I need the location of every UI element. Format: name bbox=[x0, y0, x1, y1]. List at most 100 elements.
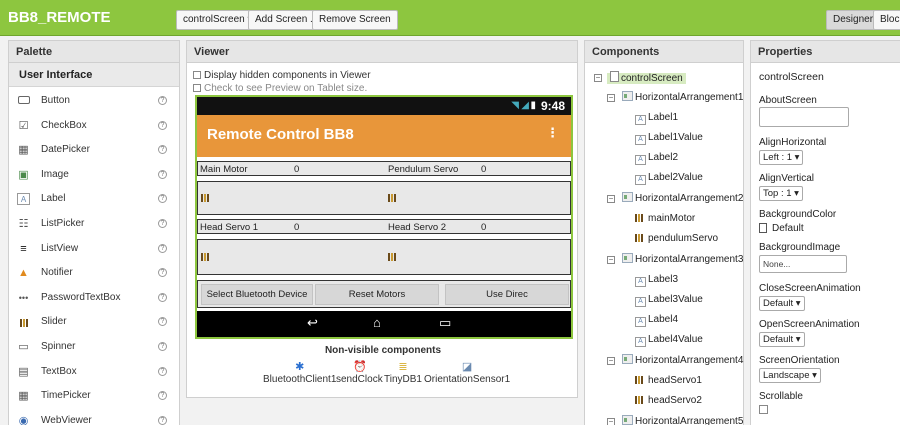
openanimation-select[interactable]: Default ▾ bbox=[759, 332, 805, 347]
help-icon[interactable]: ? bbox=[158, 243, 167, 253]
blocks-button[interactable]: Blocks bbox=[873, 10, 900, 30]
nonvisible-sendclock[interactable]: ⏰ sendClock bbox=[336, 361, 383, 385]
help-icon[interactable]: ? bbox=[158, 341, 167, 351]
label3-value[interactable]: 0 bbox=[294, 222, 299, 233]
aboutscreen-input[interactable] bbox=[759, 107, 849, 127]
horizontal-arrangement-3[interactable]: Head Servo 1 0 Head Servo 2 0 bbox=[197, 219, 571, 234]
nonvisible-bluetoothclient[interactable]: ✱ BluetoothClient1 bbox=[263, 361, 336, 385]
palette-item-listpicker[interactable]: ☷ ListPicker ? bbox=[9, 212, 179, 237]
remove-screen-button[interactable]: Remove Screen bbox=[312, 10, 398, 30]
horizontal-arrangement-1[interactable]: Main Motor 0 Pendulum Servo 0 bbox=[197, 161, 571, 176]
designer-button[interactable]: Designer bbox=[826, 10, 881, 30]
prop-scrollable-label: Scrollable bbox=[759, 391, 803, 402]
palette-item-textbox[interactable]: ▤ TextBox ? bbox=[9, 360, 179, 385]
help-icon[interactable]: ? bbox=[158, 145, 167, 155]
tree-item-ha2[interactable]: HorizontalArrangement2 bbox=[622, 192, 743, 206]
label4-value[interactable]: 0 bbox=[481, 222, 486, 233]
collapse-icon[interactable]: − bbox=[607, 357, 615, 365]
palette-item-image[interactable]: ▣ Image ? bbox=[9, 163, 179, 188]
tree-item-label4[interactable]: A Label4 bbox=[635, 313, 678, 327]
label3[interactable]: Head Servo 1 bbox=[200, 222, 258, 233]
help-icon[interactable]: ? bbox=[158, 169, 167, 179]
tablet-preview-toggle[interactable]: Check to see Preview on Tablet size. bbox=[193, 83, 367, 94]
help-icon[interactable]: ? bbox=[158, 317, 167, 327]
help-icon[interactable]: ? bbox=[158, 218, 167, 228]
label1[interactable]: Main Motor bbox=[200, 164, 248, 175]
use-direc-button[interactable]: Use Direc bbox=[445, 284, 569, 305]
help-icon[interactable]: ? bbox=[158, 120, 167, 130]
collapse-icon[interactable]: − bbox=[607, 418, 615, 425]
help-icon[interactable]: ? bbox=[158, 292, 167, 302]
palette-item-button[interactable]: Button ? bbox=[9, 89, 179, 114]
palette-item-checkbox[interactable]: ☑ CheckBox ? bbox=[9, 114, 179, 139]
alignhorizontal-select[interactable]: Left : 1 ▾ bbox=[759, 150, 804, 165]
tree-item-label1value[interactable]: A Label1Value bbox=[635, 131, 703, 145]
help-icon[interactable]: ? bbox=[158, 415, 167, 425]
tree-item-label2value[interactable]: A Label2Value bbox=[635, 171, 703, 185]
tree-item-headservo2[interactable]: headServo2 bbox=[635, 394, 702, 408]
backgroundcolor-picker[interactable]: Default bbox=[759, 223, 804, 234]
help-icon[interactable]: ? bbox=[158, 391, 167, 401]
nonvisible-orientationsensor[interactable]: ◪ OrientationSensor1 bbox=[424, 361, 510, 385]
checkbox-icon[interactable] bbox=[193, 71, 201, 79]
help-icon[interactable]: ? bbox=[158, 194, 167, 204]
display-hidden-toggle[interactable]: Display hidden components in Viewer bbox=[193, 70, 371, 81]
collapse-icon[interactable]: − bbox=[607, 256, 615, 264]
tree-item-label4value[interactable]: A Label4Value bbox=[635, 333, 703, 347]
help-icon[interactable]: ? bbox=[158, 268, 167, 278]
palette-item-listview[interactable]: ≡ ListView ? bbox=[9, 237, 179, 262]
tree-item-label3value[interactable]: A Label3Value bbox=[635, 293, 703, 307]
tree-item-label2[interactable]: A Label2 bbox=[635, 151, 678, 165]
label1-value[interactable]: 0 bbox=[294, 164, 299, 175]
palette-item-webviewer[interactable]: ◉ WebViewer ? bbox=[9, 409, 179, 425]
tree-item-ha5[interactable]: HorizontalArrangement5 bbox=[622, 415, 743, 425]
tree-item-ha3[interactable]: HorizontalArrangement3 bbox=[622, 253, 743, 267]
help-icon[interactable]: ? bbox=[158, 96, 167, 105]
slider-icon[interactable] bbox=[201, 193, 211, 202]
palette-item-label[interactable]: A Label ? bbox=[9, 187, 179, 212]
palette-item-passwordtextbox[interactable]: ••• PasswordTextBox ? bbox=[9, 286, 179, 311]
reset-motors-button[interactable]: Reset Motors bbox=[315, 284, 439, 305]
overflow-menu-icon[interactable]: ⋮ bbox=[546, 125, 559, 141]
alignvertical-select[interactable]: Top : 1 ▾ bbox=[759, 186, 803, 201]
collapse-icon[interactable]: − bbox=[607, 195, 615, 203]
nonvisible-tinydb[interactable]: ≣ TinyDB1 bbox=[384, 361, 422, 385]
palette-section-user-interface[interactable]: User Interface bbox=[9, 63, 179, 87]
palette-item-notifier[interactable]: ▲ Notifier ? bbox=[9, 261, 179, 286]
horizontal-arrangement-4[interactable] bbox=[197, 239, 571, 275]
prop-alignvertical-label: AlignVertical bbox=[759, 173, 815, 184]
label4[interactable]: Head Servo 2 bbox=[388, 222, 446, 233]
closeanimation-select[interactable]: Default ▾ bbox=[759, 296, 805, 311]
palette-item-spinner[interactable]: ▭ Spinner ? bbox=[9, 335, 179, 360]
collapse-icon[interactable]: − bbox=[594, 74, 602, 82]
orientation-select[interactable]: Landscape ▾ bbox=[759, 368, 821, 383]
tree-item-ha1[interactable]: HorizontalArrangement1 bbox=[622, 91, 743, 105]
tree-item-headservo1[interactable]: headServo1 bbox=[635, 374, 702, 388]
backgroundimage-input[interactable]: None... bbox=[759, 255, 847, 273]
slider-icon bbox=[19, 318, 29, 328]
checkbox-icon[interactable] bbox=[193, 84, 201, 92]
label2-value[interactable]: 0 bbox=[481, 164, 486, 175]
label2[interactable]: Pendulum Servo bbox=[388, 164, 458, 175]
tree-item-label1[interactable]: A Label1 bbox=[635, 111, 678, 125]
slider-icon[interactable] bbox=[388, 193, 398, 202]
screen-icon bbox=[610, 71, 619, 82]
collapse-icon[interactable]: − bbox=[607, 94, 615, 102]
tree-item-mainmotor[interactable]: mainMotor bbox=[635, 212, 695, 226]
palette-item-timepicker[interactable]: ▦ TimePicker ? bbox=[9, 384, 179, 409]
slider-icon[interactable] bbox=[388, 252, 398, 261]
palette-item-slider[interactable]: Slider ? bbox=[9, 310, 179, 335]
help-icon[interactable]: ? bbox=[158, 366, 167, 376]
screen-select-dropdown[interactable]: controlScreen ▾ bbox=[176, 10, 260, 30]
tree-item-label3[interactable]: A Label3 bbox=[635, 273, 678, 287]
slider-icon[interactable] bbox=[201, 252, 211, 261]
select-bluetooth-button[interactable]: Select Bluetooth Device bbox=[201, 284, 313, 305]
palette-item-datepicker[interactable]: ▦ DatePicker ? bbox=[9, 138, 179, 163]
tree-item-controlscreen[interactable]: controlScreen bbox=[607, 71, 686, 85]
tree-item-ha4[interactable]: HorizontalArrangement4 bbox=[622, 354, 743, 368]
scrollable-checkbox[interactable] bbox=[759, 405, 768, 414]
horizontal-arrangement-2[interactable] bbox=[197, 181, 571, 215]
color-swatch[interactable] bbox=[759, 223, 767, 233]
tree-item-pendulumservo[interactable]: pendulumServo bbox=[635, 232, 718, 246]
horizontal-arrangement-5[interactable]: Select Bluetooth Device Reset Motors Use… bbox=[197, 280, 571, 308]
